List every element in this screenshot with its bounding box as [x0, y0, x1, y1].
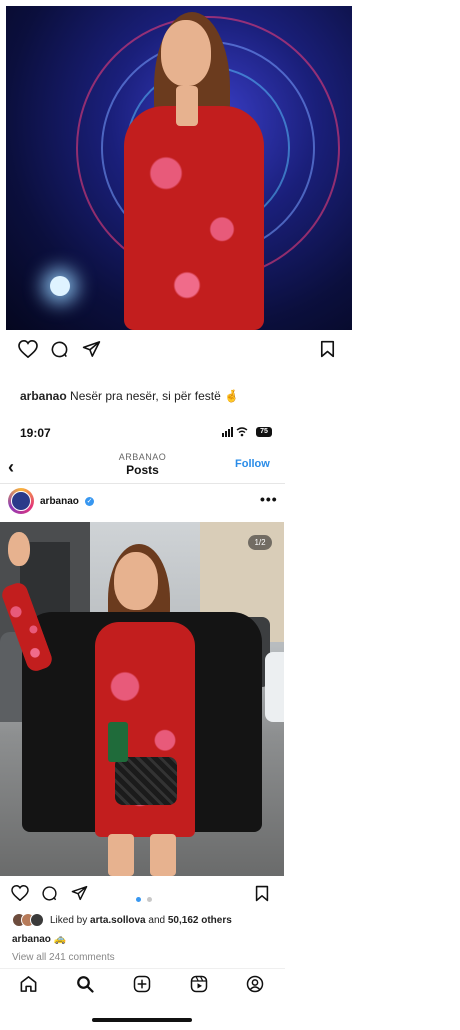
- post-image-stage[interactable]: [6, 6, 352, 330]
- liked-prefix: Liked by: [50, 915, 91, 926]
- follow-button[interactable]: Follow: [235, 458, 270, 470]
- comment-icon[interactable]: [50, 340, 69, 359]
- search-icon[interactable]: [76, 975, 94, 993]
- caption-emoji: 🤞: [224, 389, 240, 403]
- image-counter: 1/2: [248, 535, 272, 550]
- woman-face: [114, 552, 158, 610]
- green-phone: [108, 722, 128, 762]
- car: [265, 652, 284, 722]
- home-icon[interactable]: [19, 975, 38, 993]
- verified-icon: ✓: [85, 497, 94, 506]
- caption-username[interactable]: arbanao: [12, 934, 51, 945]
- liked-middle: and: [145, 915, 168, 926]
- home-indicator: [92, 1018, 192, 1022]
- caption-emoji: 🚕: [53, 934, 67, 945]
- comment-icon[interactable]: [41, 885, 58, 902]
- share-icon[interactable]: [82, 340, 101, 358]
- post-image-street[interactable]: [0, 522, 284, 876]
- more-options-button[interactable]: •••: [260, 491, 278, 507]
- heart-icon[interactable]: [18, 340, 38, 358]
- leg: [108, 834, 134, 876]
- avatar[interactable]: [8, 488, 34, 514]
- bookmark-icon[interactable]: [320, 340, 335, 358]
- embedded-caption: arbanao 🚕: [12, 934, 66, 945]
- battery-indicator: 75: [256, 427, 272, 437]
- post-caption: arbanao Nesër pra nesër, si për festë 🤞: [20, 389, 239, 403]
- liked-by-text[interactable]: Liked by arta.sollova and 50,162 others: [50, 915, 232, 926]
- reels-icon[interactable]: [190, 975, 208, 993]
- liked-user[interactable]: arta.sollova: [90, 915, 146, 926]
- woman-figure: [106, 6, 286, 330]
- caption-username[interactable]: arbanao: [20, 389, 67, 403]
- liked-by-avatars[interactable]: [12, 913, 48, 927]
- profile-icon[interactable]: [246, 975, 264, 993]
- waving-hand: [8, 532, 30, 566]
- share-icon[interactable]: [71, 885, 88, 901]
- view-comments-link[interactable]: View all 241 comments: [12, 952, 115, 963]
- add-post-icon[interactable]: [133, 975, 151, 993]
- signal-wifi-icon: [222, 427, 248, 437]
- liked-count[interactable]: 50,162 others: [168, 915, 232, 926]
- stage-light: [50, 276, 70, 296]
- carousel-dots: [136, 889, 153, 907]
- quilted-handbag: [115, 757, 177, 805]
- heart-icon[interactable]: [11, 885, 29, 901]
- status-time: 19:07: [20, 426, 51, 440]
- leg: [150, 834, 176, 876]
- post-username[interactable]: arbanao: [40, 496, 79, 507]
- caption-text: Nesër pra nesër, si për festë: [70, 389, 221, 403]
- bookmark-icon[interactable]: [255, 885, 269, 902]
